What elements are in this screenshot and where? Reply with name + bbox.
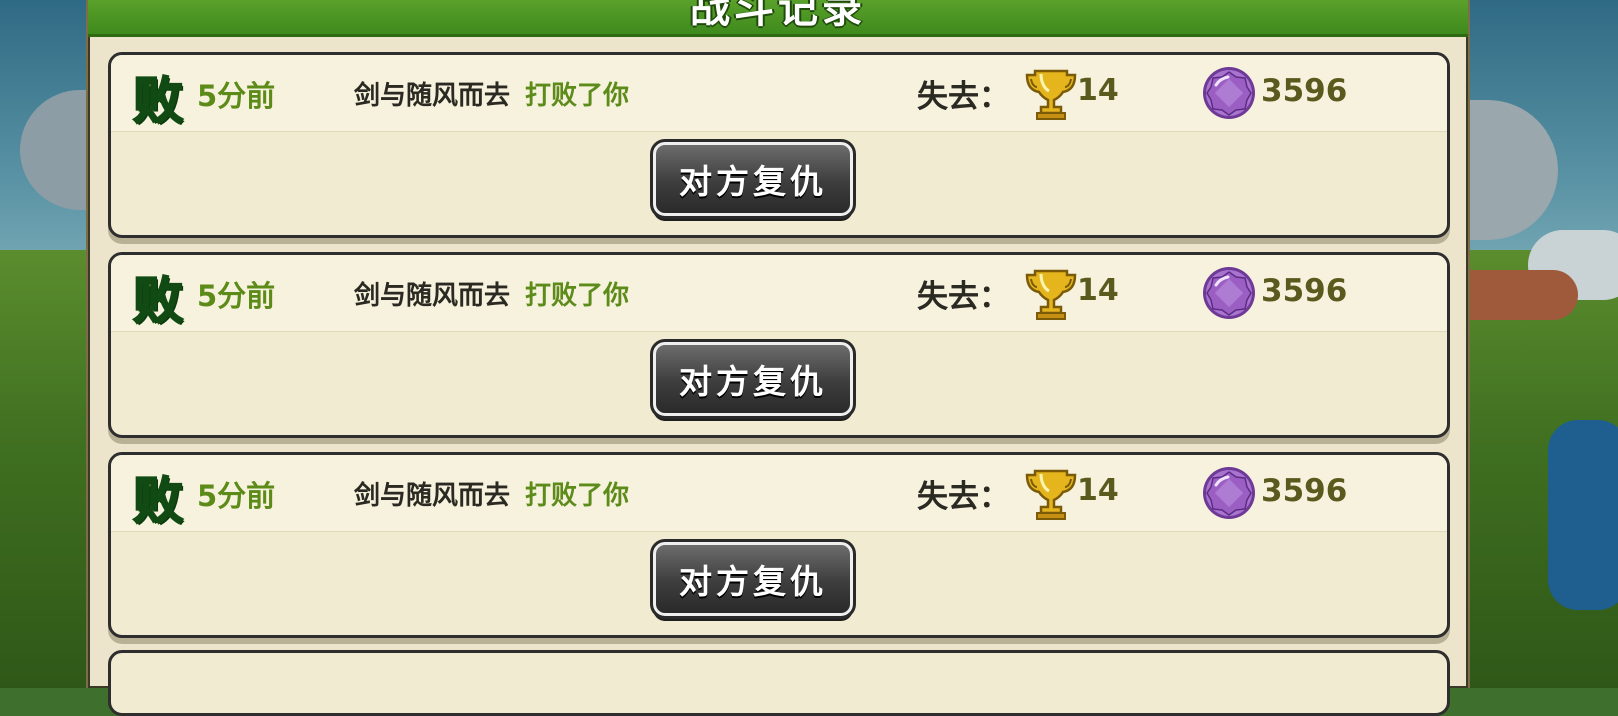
trophy-icon	[1025, 69, 1077, 120]
trophy-loss-value: 14	[1077, 73, 1119, 108]
revenge-button[interactable]: 对方复仇	[650, 139, 856, 219]
trophy-icon	[1025, 469, 1077, 520]
opponent-name: 剑与随风而去	[354, 81, 511, 111]
defeat-badge: 败	[132, 71, 184, 131]
record-time: 5分前	[197, 479, 276, 513]
purple-gem-icon	[1203, 67, 1255, 119]
battle-record-card-partial	[108, 650, 1450, 716]
purple-gem-icon	[1203, 267, 1255, 319]
panel-title: 战斗记录	[690, 0, 866, 32]
record-time: 5分前	[197, 279, 276, 313]
battle-record-card: 败 5分前 剑与随风而去 打败了你 失去： 14 3596 对方复仇	[108, 452, 1450, 638]
battle-record-card: 败 5分前 剑与随风而去 打败了你 失去： 14 3596 对方复仇	[108, 252, 1450, 438]
defeat-badge: 败	[132, 271, 184, 331]
trophy-icon	[1025, 269, 1077, 320]
result-text: 打败了你	[525, 81, 630, 111]
water-pool	[1548, 420, 1618, 610]
revenge-button[interactable]: 对方复仇	[650, 539, 856, 619]
gem-loss-value: 3596	[1261, 473, 1348, 509]
battle-record-card: 败 5分前 剑与随风而去 打败了你 失去： 14 3596 对方复仇	[108, 52, 1450, 238]
lose-label: 失去：	[917, 479, 1010, 515]
result-text: 打败了你	[525, 481, 630, 511]
lose-label: 失去：	[917, 79, 1010, 115]
opponent-name: 剑与随风而去	[354, 281, 511, 311]
defeat-badge: 败	[132, 471, 184, 531]
purple-gem-icon	[1203, 467, 1255, 519]
gem-loss-value: 3596	[1261, 73, 1348, 109]
record-time: 5分前	[197, 79, 276, 113]
trophy-loss-value: 14	[1077, 273, 1119, 308]
battle-log-panel: 战斗记录 败 5分前 剑与随风而去 打败了你 失去： 14 3596 对方复仇 …	[86, 0, 1470, 716]
trophy-loss-value: 14	[1077, 473, 1119, 508]
panel-header: 战斗记录	[88, 0, 1468, 37]
revenge-button[interactable]: 对方复仇	[650, 339, 856, 419]
opponent-name: 剑与随风而去	[354, 481, 511, 511]
lose-label: 失去：	[917, 279, 1010, 315]
result-text: 打败了你	[525, 281, 630, 311]
gem-loss-value: 3596	[1261, 273, 1348, 309]
